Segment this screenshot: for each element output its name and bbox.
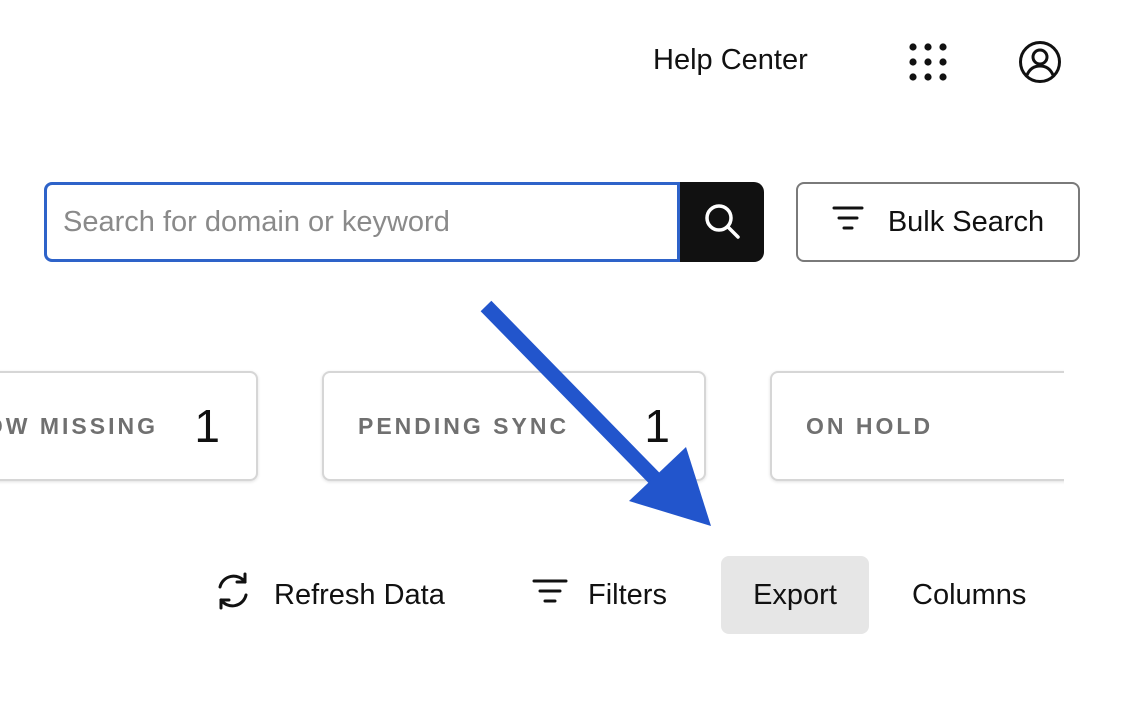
status-card-label: ON HOLD [806, 413, 934, 439]
refresh-icon [212, 570, 254, 620]
bulk-search-button[interactable]: Bulk Search [796, 182, 1080, 262]
search-icon [702, 201, 742, 244]
bulk-search-label: Bulk Search [887, 205, 1045, 238]
columns-label: Columns [912, 578, 1027, 611]
user-circle-icon[interactable] [1018, 40, 1062, 84]
search-button[interactable] [680, 182, 764, 262]
page: Help Center Search for domain or keyword… [0, 0, 1126, 706]
status-card-label: PENDING SYNC [358, 413, 570, 439]
columns-button[interactable]: Columns [912, 556, 1026, 634]
filters-button[interactable]: Filters [532, 556, 667, 634]
export-button[interactable]: Export [721, 556, 869, 634]
refresh-data-label: Refresh Data [274, 578, 445, 611]
export-label: Export [753, 578, 837, 611]
filter-lines-icon [832, 205, 864, 239]
search-input[interactable] [44, 182, 680, 262]
status-card-on-hold[interactable]: ON HOLD [770, 371, 1064, 481]
refresh-data-button[interactable]: Refresh Data [212, 556, 445, 634]
status-card-pending-sync[interactable]: PENDING SYNC 1 [322, 371, 706, 481]
grid-dots-icon[interactable] [908, 42, 948, 82]
status-card-count: 1 [644, 400, 670, 452]
status-cards: OW MISSING 1 PENDING SYNC 1 ON HOLD [0, 360, 1064, 500]
filters-label: Filters [588, 578, 667, 611]
status-card-missing[interactable]: OW MISSING 1 [0, 371, 258, 481]
filter-lines-icon [532, 578, 568, 612]
help-center-link[interactable]: Help Center [653, 44, 808, 77]
status-card-label: OW MISSING [0, 413, 158, 439]
status-card-count: 1 [194, 400, 220, 452]
